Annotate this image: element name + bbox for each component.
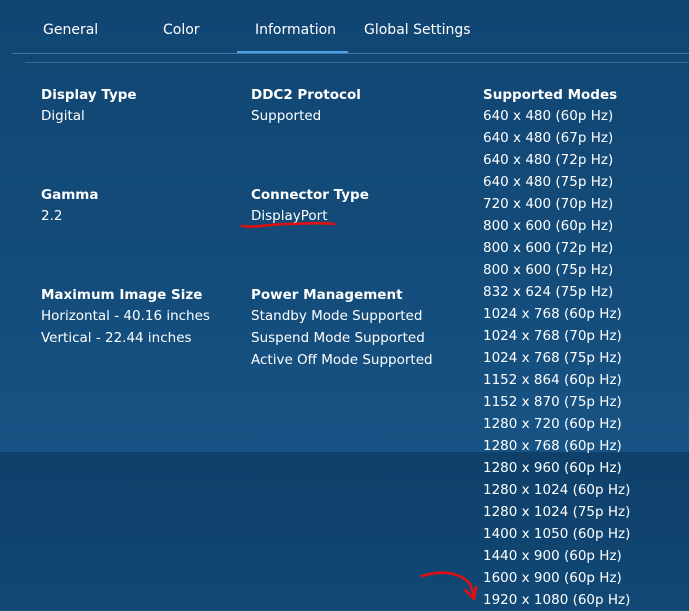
annotation-arrow bbox=[420, 571, 478, 601]
annotation-overlay bbox=[240, 221, 478, 601]
annotation-underline bbox=[240, 221, 336, 228]
